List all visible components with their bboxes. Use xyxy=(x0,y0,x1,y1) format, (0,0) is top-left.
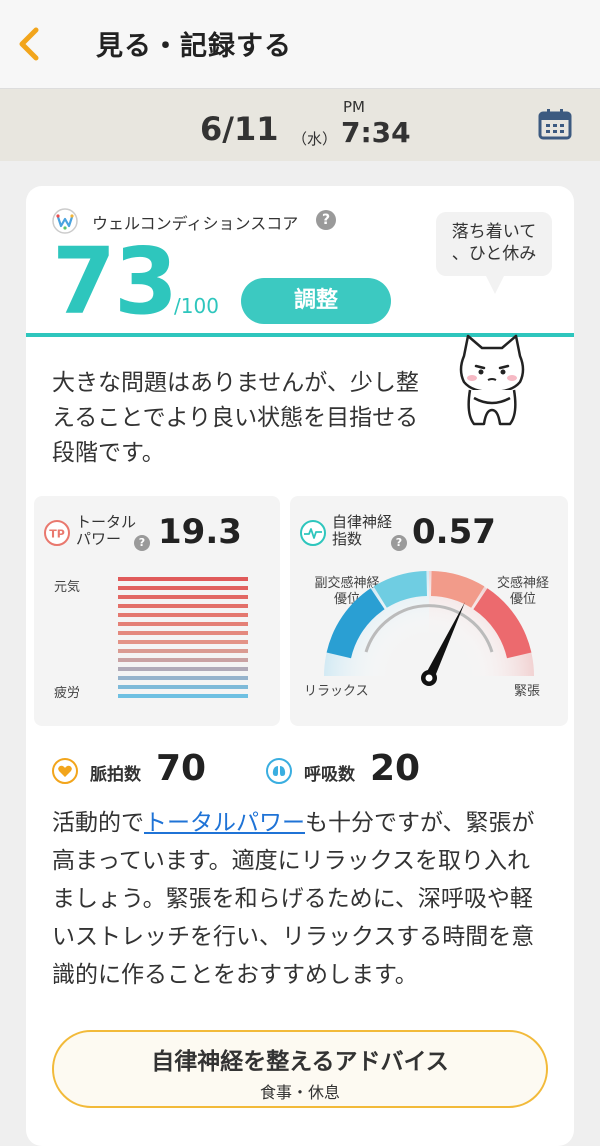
tp-badge-text: TP xyxy=(49,528,65,541)
total-power-bars xyxy=(118,577,248,698)
total-power-label: トータル パワー xyxy=(76,514,136,548)
day-of-week: （水） xyxy=(292,130,338,148)
speech-bubble-tail xyxy=(486,276,504,294)
advice-text: 活動的でトータルパワーも十分ですが、緊張が高まっています。適度にリラックスを取り… xyxy=(52,804,552,994)
advice-button[interactable]: 自律神経を整えるアドバイス 食事・休息 xyxy=(52,1030,548,1108)
pulse-value: 70 xyxy=(156,748,207,789)
speech-bubble: 落ち着いて 、ひと休み xyxy=(436,212,552,276)
ampm-text: PM xyxy=(343,98,365,116)
back-button[interactable] xyxy=(14,26,44,62)
back-chevron-icon xyxy=(19,27,39,61)
date-text: 6/11 xyxy=(200,110,279,148)
lungs-icon xyxy=(266,758,292,784)
breath-value: 20 xyxy=(370,748,421,789)
speech-line-2: 、ひと休み xyxy=(451,244,537,264)
tp-badge-icon: TP xyxy=(44,520,70,546)
total-power-help-icon[interactable]: ? xyxy=(134,535,150,551)
total-power-label-line1: トータル xyxy=(76,513,137,531)
status-badge: 調整 xyxy=(241,278,391,324)
advice-prefix: 活動的で xyxy=(52,810,144,836)
total-power-axis-bottom: 疲労 xyxy=(54,686,81,701)
total-power-axis-top: 元気 xyxy=(54,580,81,595)
total-power-label-line2: パワー xyxy=(76,530,122,548)
advice-button-subtitle: 食事・休息 xyxy=(259,1083,340,1102)
page-title: 見る・記録する xyxy=(96,31,292,62)
speech-line-1: 落ち着いて xyxy=(451,222,537,242)
pulse-label: 脈拍数 xyxy=(90,765,141,785)
score-max: /100 xyxy=(174,294,219,318)
advice-rest: も十分ですが、緊張が高まっています。適度にリラックスを取り入れましょう。緊張を和… xyxy=(52,810,535,988)
help-icon[interactable]: ? xyxy=(316,210,336,230)
advice-button-title: 自律神経を整えるアドバイス xyxy=(151,1049,449,1075)
heart-icon xyxy=(52,758,78,784)
cat-mascot xyxy=(459,334,525,426)
date-bar xyxy=(0,89,600,161)
app-header: 見る・記録する xyxy=(0,0,600,89)
breath-label: 呼吸数 xyxy=(304,765,355,785)
total-power-link[interactable]: トータルパワー xyxy=(144,810,305,836)
score-summary: 大きな問題はありませんが、少し整えることでより良い状態を目指せる段階です。 xyxy=(52,370,419,466)
calendar-button[interactable] xyxy=(538,108,572,144)
calendar-icon xyxy=(538,109,572,140)
ans-gauge xyxy=(324,571,534,686)
total-power-value: 19.3 xyxy=(158,512,242,552)
time-text: 7:34 xyxy=(341,116,411,149)
score-value: 73 xyxy=(52,228,178,335)
